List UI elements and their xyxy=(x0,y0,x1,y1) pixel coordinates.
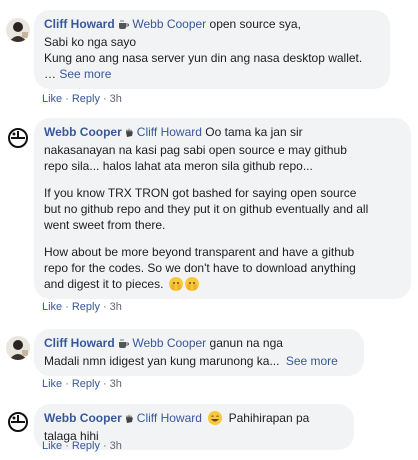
mention-tag[interactable]: Cliff Howard xyxy=(137,411,202,425)
avatar-webb-cooper[interactable] xyxy=(6,410,30,434)
comment-text: Kung ano ang nasa server yun din ang nas… xyxy=(44,51,363,65)
comment-text: repo for the codes. So we don't have to … xyxy=(44,261,356,275)
comment-text: How about be more beyond transparent and… xyxy=(44,245,355,259)
comment-actions: Like · Reply · 3h xyxy=(42,92,122,106)
comment-text: nakasanayan na kasi pag sabi open source… xyxy=(44,143,347,157)
comment-text: but no github repo and they put it on gi… xyxy=(44,202,369,216)
comment-text: open source sya, xyxy=(209,17,301,31)
avatar-cliff-howard[interactable] xyxy=(6,336,30,360)
separator: · xyxy=(65,378,69,390)
like-button[interactable]: Like xyxy=(42,440,62,452)
reply-button[interactable]: Reply xyxy=(72,301,100,313)
comment-actions: Like · Reply · 3h xyxy=(42,377,122,391)
comment-text: repo sila... halos lahat ata meron sila … xyxy=(44,159,313,173)
comment-text: Sabi ko nga sayo xyxy=(44,35,137,49)
comment-text: ganun na nga xyxy=(209,336,283,350)
ellipsis: … xyxy=(44,67,56,81)
timestamp[interactable]: 3h xyxy=(110,440,122,452)
comment-actions: Like · Reply · 3h xyxy=(42,439,122,453)
separator: · xyxy=(65,93,69,105)
author-name[interactable]: Cliff Howard xyxy=(44,336,115,350)
grinning-face-emoji xyxy=(208,411,223,425)
separator: · xyxy=(65,301,69,313)
see-more-link[interactable]: See more xyxy=(59,67,111,81)
like-button[interactable]: Like xyxy=(42,378,62,390)
comment-text: and digest it to pieces. xyxy=(44,277,164,291)
mention-tag[interactable]: Cliff Howard xyxy=(137,125,202,139)
mention-tag[interactable]: Webb Cooper xyxy=(132,336,206,350)
comment-bubble: Cliff Howard Webb Cooper ganun na nga Ma… xyxy=(34,329,364,376)
separator: · xyxy=(102,301,107,313)
author-name[interactable]: Cliff Howard xyxy=(44,17,115,31)
reply-button[interactable]: Reply xyxy=(72,378,100,390)
avatar-cliff-howard[interactable] xyxy=(6,18,30,42)
comment-actions: Like · Reply · 3h xyxy=(42,300,122,314)
see-more-link[interactable]: See more xyxy=(286,354,338,368)
peeking-face-emoji xyxy=(184,277,199,291)
coffee-icon xyxy=(118,18,130,34)
reply-button[interactable]: Reply xyxy=(72,93,100,105)
comment-text: Oo tama ka jan sir xyxy=(205,125,303,139)
timestamp[interactable]: 3h xyxy=(110,378,122,390)
like-button[interactable]: Like xyxy=(42,93,62,105)
peeking-face-emoji xyxy=(168,277,183,291)
comment-text: Madali nmn idigest yan kung marunong ka.… xyxy=(44,354,280,368)
timestamp[interactable]: 3h xyxy=(110,93,122,105)
separator: · xyxy=(65,440,69,452)
comment-bubble: Cliff Howard Webb Cooper open source sya… xyxy=(34,10,390,89)
separator: · xyxy=(102,93,107,105)
author-name[interactable]: Webb Cooper xyxy=(44,411,122,425)
separator: · xyxy=(102,440,107,452)
coffee-icon xyxy=(118,337,130,353)
comment-text: If you know TRX TRON got bashed for sayi… xyxy=(44,186,357,200)
separator: · xyxy=(102,378,107,390)
reply-button[interactable]: Reply xyxy=(72,440,100,452)
like-button[interactable]: Like xyxy=(42,301,62,313)
mention-tag[interactable]: Webb Cooper xyxy=(132,17,206,31)
hand-wave-icon xyxy=(124,126,135,142)
comment-text: went sweet from there. xyxy=(44,218,166,232)
comment-bubble: Webb Cooper Cliff Howard Oo tama ka jan s… xyxy=(34,118,411,299)
author-name[interactable]: Webb Cooper xyxy=(44,125,122,139)
hand-wave-icon xyxy=(124,412,135,428)
timestamp[interactable]: 3h xyxy=(110,301,122,313)
avatar-webb-cooper[interactable] xyxy=(6,126,30,150)
